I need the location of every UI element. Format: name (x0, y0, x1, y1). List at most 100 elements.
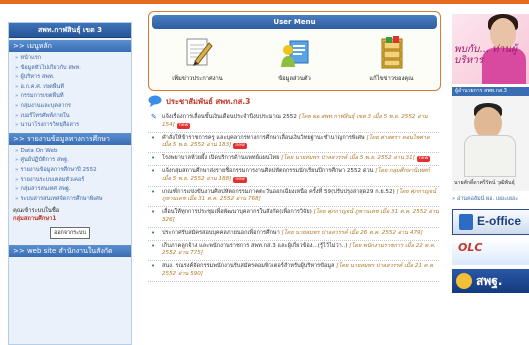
sidebar-item-akks[interactable]: » อ.ก.ค.ศ. เขตพื้นที่ (11, 83, 129, 93)
sidebar: สพท.กาฬสินธุ์ เขต 3 >> เมนูหลัก » หน้าแรก… (8, 22, 132, 345)
olc-banner[interactable]: OLC (452, 239, 529, 265)
news-item-text[interactable]: ประกาศรับสมัครสอบบุคคลภายนอกเพื่อการศึกษ… (162, 230, 280, 236)
speech-bubble-icon (148, 95, 162, 109)
new-badge: new (176, 122, 191, 129)
bullet-icon: • (151, 208, 156, 217)
user-menu-title: User Menu (152, 15, 437, 29)
eoffice-text: E-office (477, 214, 522, 228)
news-item-text[interactable]: เกณฑ์การแข่งขันงานศิลปหัตถกรรมภาคตะวันออ… (162, 189, 395, 195)
pin-icon: ✎ (151, 113, 157, 121)
news-item-text[interactable]: แจ้งเรื่องการเลื่อนขั้นเงินเดือนประจำปีง… (162, 114, 297, 120)
login-status-text: คุณเข้าระบบในชื่อ (13, 208, 60, 215)
news-item[interactable]: • เกณฑ์การแข่งขันงานศิลปหัตถกรรมภาคตะวันอ… (148, 187, 439, 208)
director-panel: ผู้อำนวยการ สพท.กส.3 นายศักดิ์ดาศรีรัตน์… (452, 87, 529, 191)
news-item[interactable]: • สนง. รณรงค์จัดกรรมพนักงานรับสมัครคอมพิว… (148, 261, 439, 282)
user-menu-items: เพิ่มข่าวประกาศงาน ข้อมูลส่วนตัว แก้ไขข่… (149, 35, 440, 83)
bullet-icon: • (151, 228, 156, 237)
news-item[interactable]: • เลื่อนให้ทุกการประชุมเพื่อพัฒนาบุคลากรใ… (148, 207, 439, 228)
bullet-icon: • (151, 166, 156, 175)
sidebar-item-radio[interactable]: » นานาโรงการวิทยุสื่อสาร (11, 121, 129, 131)
bullet-icon: » (15, 122, 19, 129)
news-item-text[interactable]: โรงพยาบาลห้วยผึ้ง เปิดบริการด้านแพทย์แผน… (162, 155, 279, 161)
sidebar-item-report-system[interactable]: » รายงานระบบเคลมหัวเคอร์ (11, 176, 129, 186)
sidebar-item-staff-groups[interactable]: » กลุ่มงานและบุคลากร (11, 102, 129, 112)
new-badge: new (416, 156, 431, 163)
news-item[interactable]: ✎ แจ้งเรื่องการเลื่อนขั้นเงินเดือนประจำปี… (148, 112, 439, 133)
bullet-icon: » (15, 83, 19, 90)
news-item-text[interactable]: สนง. รณรงค์จัดกรรมพนักงานรับสมัครคอมพิวเ… (162, 263, 334, 269)
news-section: ประชาสัมพันธ์ สพท.กส.3 ✎ แจ้งเรื่องการเลื… (148, 94, 439, 343)
bullet-icon: • (151, 262, 156, 271)
sidebar-item-report-2552[interactable]: » รายงานข้อมูลการศึกษาปี 2552 (11, 166, 129, 176)
login-group-link[interactable]: กลุ่มสถานศึกษา1 (13, 215, 127, 223)
add-news-button[interactable]: เพิ่มข่าวประกาศงาน (156, 35, 240, 83)
sidebar-item-ops-center[interactable]: » ศูนย์ปฏิบัติการ สพฐ. (11, 156, 129, 166)
profile-label: ข้อมูลส่วนตัว (278, 76, 311, 82)
sidebar-section-main-menu: >> เมนูหลัก (9, 40, 131, 52)
sidebar-item-executives[interactable]: » ผู้บริหาร สพท. (11, 73, 129, 83)
news-item-source: [โดย นายสมพร ปาลสวรรค์ เมื่อ 26 ต.ค. 255… (281, 229, 423, 236)
new-badge: new (233, 176, 247, 183)
bullet-icon: » (15, 64, 19, 71)
sidebar-item-committee[interactable]: » กรรมการเขตพื้นที่ (11, 92, 129, 102)
user-profile-icon (278, 35, 312, 71)
obec-banner[interactable]: สพฐ. (452, 269, 529, 293)
olc-text: OLC (458, 241, 483, 254)
bullet-icon: • (151, 187, 156, 196)
director-name: นายศักดิ์ดาศรีรัตน์ วุฒิพันธุ์ (454, 180, 515, 186)
profile-button[interactable]: ข้อมูลส่วนตัว (253, 35, 337, 83)
sidebar-item-home[interactable]: » หน้าแรก (11, 54, 129, 64)
obec-logo-icon (456, 273, 472, 289)
edit-news-label: แก้ไขข่าวของคุณ (369, 76, 414, 82)
news-item-text[interactable]: เก็บภาคลูกจ้าง และพนักงานราชการ สพท.กส.3… (162, 243, 347, 249)
sidebar-item-phone[interactable]: » เบอร์โทรศัพท์ภายใน (11, 112, 129, 122)
director-caption: ผู้อำนวยการ สพท.กส.3 (452, 87, 529, 96)
news-item-text[interactable]: แจ้งกลุ่มสถานศึกษาส่งรายชื่อกรรมการงานศิ… (162, 168, 373, 174)
news-title: ประชาสัมพันธ์ สพท.กส.3 (166, 97, 251, 106)
bullet-icon: • (151, 133, 156, 142)
bullet-icon: » (15, 112, 19, 119)
bullet-icon: » (15, 166, 19, 173)
bullet-icon: » (15, 55, 19, 61)
eoffice-banner[interactable]: E-office (452, 209, 529, 235)
bullet-icon: » (15, 176, 19, 183)
news-item[interactable]: • แจ้งกลุ่มสถานศึกษาส่งรายชื่อกรรมการงานศ… (148, 166, 439, 187)
sidebar-section-websites: >> web site สำนักงานในสังกัด (9, 245, 131, 258)
bullet-icon: • (151, 241, 156, 250)
news-item[interactable]: • ประกาศรับสมัครสอบบุคคลภายนอกเพื่อการศึก… (148, 228, 439, 241)
bullet-icon: » (15, 102, 19, 109)
sidebar-item-data-on-web[interactable]: » Data On Web (11, 147, 129, 157)
news-item-text[interactable]: เลื่อนให้ทุกการประชุมเพื่อพัฒนาบุคลากรใน… (162, 209, 312, 215)
bullet-icon: » (15, 147, 19, 154)
news-item-source: [โดย นายสมพร ปาลสวรรค์ เมื่อ 5 พ.ย. 2552… (281, 155, 415, 162)
news-header: ประชาสัมพันธ์ สพท.กส.3 (148, 94, 439, 110)
executive-caption: พบกับ... ท่านผู้บริหาร (454, 44, 517, 66)
main-menu-list: » หน้าแรก » ข้อมูลทั่วไปเกี่ยวกับ สพท. » ผู… (9, 52, 131, 131)
edit-document-icon (181, 35, 215, 71)
news-item[interactable]: • เก็บภาคลูกจ้าง และพนักงานราชการ สพท.กส.… (148, 241, 439, 262)
add-news-label: เพิ่มข่าวประกาศงาน (172, 76, 223, 82)
edit-news-button[interactable]: แก้ไขข่าวของคุณ (350, 35, 434, 83)
obec-text: สพฐ. (476, 274, 503, 288)
sidebar-title: สพท.กาฬสินธุ์ เขต 3 (9, 23, 131, 38)
sidebar-item-about[interactable]: » ข้อมูลทั่วไปเกี่ยวกับ สพท. (11, 64, 129, 74)
bullet-icon: » (15, 195, 19, 202)
new-badge: new (233, 143, 247, 150)
logout-button[interactable]: ออกจากระบบ (50, 227, 90, 240)
executive-banner[interactable]: พบกับ... ท่านผู้บริหาร (452, 14, 529, 84)
bullet-icon: » (15, 93, 19, 100)
sidebar-item-special-ed[interactable]: » ระบบสารสนเทศจัดการศึกษาพิเศษ (11, 195, 129, 205)
news-item[interactable]: • โรงพยาบาลห้วยผึ้ง เปิดบริการด้านแพทย์แผ… (148, 153, 439, 166)
report-list: » Data On Web » ศูนย์ปฏิบัติการ สพฐ. » รายง… (9, 145, 131, 205)
news-item[interactable]: • คำสั่งให้ข้าราชการครู และบุคลากรทางการศ… (148, 133, 439, 154)
bullet-icon: » (15, 186, 19, 193)
top-accent-bar (0, 0, 529, 4)
file-cabinet-icon (375, 35, 409, 71)
director-column-link[interactable]: » อ่านคอลัมน์ ผอ. เยอะเยอะ (452, 195, 529, 203)
login-status: คุณเข้าระบบในชื่อ กลุ่มสถานศึกษา1 (9, 204, 131, 223)
bullet-icon: » (15, 157, 19, 164)
news-item-text[interactable]: คำสั่งให้ข้าราชการครู และบุคลากรทางการศึ… (162, 135, 365, 141)
right-column: พบกับ... ท่านผู้บริหาร ผู้อำนวยการ สพท.ก… (452, 14, 529, 343)
sidebar-section-reports: >> รายงานข้อมูลทางการศึกษา (9, 132, 131, 145)
sidebar-item-info-group[interactable]: » กลุ่มสารสนเทศ สพฐ. (11, 185, 129, 195)
